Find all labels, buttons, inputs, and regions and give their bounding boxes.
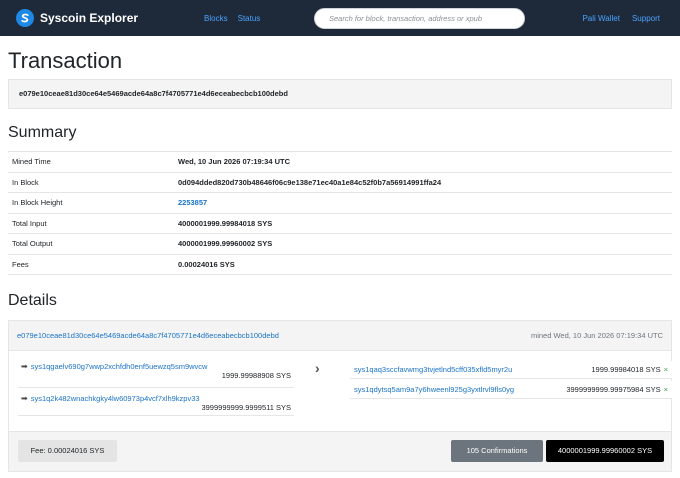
details-heading: Details — [8, 292, 57, 309]
brand[interactable]: Syscoin Explorer — [16, 9, 138, 27]
transaction-io: ➡ sys1qgaelv690g7wwp2xchfdh0enf5uewzq5sm… — [9, 351, 672, 431]
summary-value: 4000001999.99984018 SYS — [178, 218, 273, 228]
output-amount: 1999.99984018 SYS — [591, 365, 661, 374]
nav-link-blocks[interactable]: Blocks — [204, 14, 228, 23]
input-address-wrap: ➡ sys1q2k482wnachkgky4lw60973p4vcf7xlh9k… — [21, 394, 291, 403]
summary-row-in-block: In Block 0d094dded820d730b48646f06c9e138… — [8, 173, 672, 193]
transaction-card-header: e079e10ceae81d30ce64e5469acde64a8c7f4705… — [9, 321, 671, 351]
summary-label: Fees — [12, 259, 29, 269]
summary-value: 4000001999.99960002 SYS — [178, 239, 273, 249]
summary-heading: Summary — [8, 124, 77, 141]
close-icon[interactable]: × — [664, 365, 668, 374]
output-amount: 3999999999.99975984 SYS — [566, 385, 661, 394]
summary-label: Mined Time — [12, 157, 51, 167]
input-row: ➡ sys1q2k482wnachkgky4lw60973p4vcf7xlh9k… — [18, 388, 294, 416]
summary-row-block-height: In Block Height 2253857 — [8, 193, 672, 214]
input-amount: 3999999999.9999511 SYS — [201, 403, 291, 412]
input-address-link[interactable]: sys1qgaelv690g7wwp2xchfdh0enf5uewzq5sm9w… — [31, 362, 208, 371]
summary-row-total-input: Total Input 4000001999.99984018 SYS — [8, 214, 672, 234]
mined-time: mined Wed, 10 Jun 2026 07:19:34 UTC — [530, 331, 663, 340]
summary-row-total-output: Total Output 4000001999.99960002 SYS — [8, 234, 672, 255]
syscoin-logo-icon — [16, 9, 34, 27]
navbar: Syscoin Explorer Blocks Status Search fo… — [0, 0, 680, 36]
summary-label: Total Input — [12, 218, 47, 228]
nav-link-status[interactable]: Status — [238, 14, 261, 23]
arrow-right-icon: ➡ — [21, 362, 28, 371]
output-row: sys1qdytsq5am9a7y6hweenl925g3yxtlrvl9fls… — [350, 381, 672, 399]
close-icon[interactable]: × — [664, 385, 668, 394]
input-address-link[interactable]: sys1q2k482wnachkgky4lw60973p4vcf7xlh9kzp… — [31, 394, 200, 403]
confirmations-badge: 105 Confirmations — [451, 440, 543, 462]
main-content: Transaction e079e10ceae81d30ce64e5469acd… — [0, 48, 680, 472]
transaction-card: e079e10ceae81d30ce64e5469acde64a8c7f4705… — [8, 320, 672, 472]
chevron-right-icon: › — [315, 360, 320, 376]
output-address-link[interactable]: sys1qdytsq5am9a7y6hweenl925g3yxtlrvl9fls… — [354, 385, 514, 394]
summary-label: In Block Height — [12, 198, 63, 208]
output-address-link[interactable]: sys1qaq3sccfavwmg3tvjetlnd5cff035xfld5my… — [354, 365, 512, 374]
arrow-right-icon: ➡ — [21, 394, 28, 403]
output-amount-wrap: 1999.99984018 SYS × — [591, 365, 668, 374]
nav-links: Blocks Status — [204, 14, 270, 23]
transaction-card-footer: Fee: 0.00024016 SYS 105 Confirmations 40… — [9, 431, 671, 471]
transaction-link[interactable]: e079e10ceae81d30ce64e5469acde64a8c7f4705… — [17, 331, 279, 340]
nav-link-pali-wallet[interactable]: Pali Wallet — [582, 14, 620, 23]
summary-label: Total Output — [12, 239, 53, 249]
summary-row-mined-time: Mined Time Wed, 10 Jun 2026 07:19:34 UTC — [8, 152, 672, 173]
inputs-list: ➡ sys1qgaelv690g7wwp2xchfdh0enf5uewzq5sm… — [18, 360, 294, 416]
input-amount: 1999.99988908 SYS — [221, 371, 291, 380]
fee-badge: Fee: 0.00024016 SYS — [18, 440, 117, 462]
summary-table: Mined Time Wed, 10 Jun 2026 07:19:34 UTC… — [8, 151, 672, 275]
brand-name: Syscoin Explorer — [40, 11, 139, 25]
summary-row-fees: Fees 0.00024016 SYS — [8, 255, 672, 275]
nav-right: Pali Wallet Support — [570, 0, 660, 36]
nav-link-support[interactable]: Support — [632, 14, 660, 23]
summary-label: In Block — [12, 177, 39, 187]
total-amount-badge: 4000001999.99960002 SYS — [546, 440, 664, 462]
summary-value: Wed, 10 Jun 2026 07:19:34 UTC — [178, 157, 290, 167]
block-height-link[interactable]: 2253857 — [178, 198, 207, 207]
search-input[interactable]: Search for block, transaction, address o… — [314, 8, 525, 29]
summary-value: 0.00024016 SYS — [178, 259, 235, 269]
output-row: sys1qaq3sccfavwmg3tvjetlnd5cff035xfld5my… — [350, 361, 672, 379]
output-amount-wrap: 3999999999.99975984 SYS × — [566, 385, 668, 394]
input-address-wrap: ➡ sys1qgaelv690g7wwp2xchfdh0enf5uewzq5sm… — [21, 362, 291, 371]
summary-value: 0d094dded820d730b48646f06c9e138e71ec40a1… — [178, 177, 442, 187]
page-title: Transaction — [8, 48, 123, 73]
txid-box: e079e10ceae81d30ce64e5469acde64a8c7f4705… — [8, 79, 672, 109]
input-row: ➡ sys1qgaelv690g7wwp2xchfdh0enf5uewzq5sm… — [18, 360, 294, 388]
